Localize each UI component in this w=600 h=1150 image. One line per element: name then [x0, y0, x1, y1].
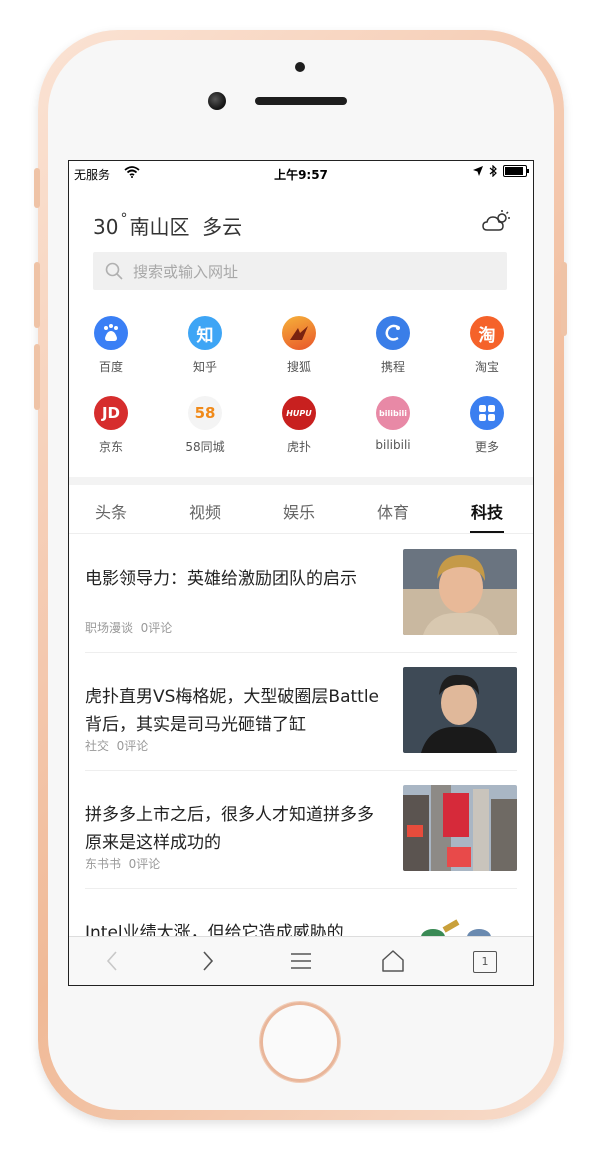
news-meta: 社交 0评论	[85, 737, 148, 754]
shortcut-taobao[interactable]: 淘 淘宝	[447, 316, 527, 375]
tab-sports[interactable]: 体育	[353, 499, 433, 523]
tab-label: 视频	[188, 503, 221, 522]
menu-icon[interactable]	[289, 949, 313, 973]
ctrip-icon	[376, 316, 410, 350]
news-thumbnail	[403, 549, 517, 635]
mute-switch	[34, 168, 40, 208]
news-title: 虎扑直男VS梅格妮，大型破圈层Battle背后，其实是司马光砸错了缸	[85, 687, 380, 735]
tab-headlines[interactable]: 头条	[71, 499, 151, 523]
shortcut-label: 百度	[98, 360, 123, 374]
forward-icon[interactable]	[195, 949, 219, 973]
news-item[interactable]: 虎扑直男VS梅格妮，大型破圈层Battle背后，其实是司马光砸错了缸 社交 0评…	[69, 653, 533, 771]
sohu-icon	[282, 316, 316, 350]
news-title: 拼多多上市之后，很多人才知道拼多多原来是这样成功的	[85, 805, 374, 853]
shortcut-label: 携程	[380, 360, 405, 374]
58-icon: 58	[188, 396, 222, 430]
tab-tech[interactable]: 科技	[447, 499, 527, 533]
tab-label: 科技	[470, 503, 503, 522]
hupu-icon: HUPU	[282, 396, 316, 430]
shortcut-bilibili[interactable]: bilibili bilibili	[353, 396, 433, 452]
shortcut-jd[interactable]: JD 京东	[71, 396, 151, 455]
news-thumbnail	[403, 667, 517, 753]
volume-up-button	[34, 262, 40, 328]
shortcut-sohu[interactable]: 搜狐	[259, 316, 339, 375]
shortcut-label: 京东	[98, 440, 123, 454]
shortcut-label: 搜狐	[286, 360, 311, 374]
home-icon[interactable]	[381, 949, 405, 973]
news-meta: 东书书 0评论	[85, 855, 160, 872]
news-source: 社交	[85, 739, 110, 753]
search-bar[interactable]	[93, 252, 507, 290]
weather-location: 南山区 多云	[129, 215, 243, 239]
shortcut-label: 知乎	[192, 360, 217, 374]
shortcut-baidu[interactable]: 百度	[71, 316, 151, 375]
jd-icon: JD	[94, 396, 128, 430]
bottom-toolbar: 1	[69, 936, 533, 985]
weather-widget[interactable]: 30 ° 南山区 多云	[93, 211, 242, 240]
bilibili-icon: bilibili	[376, 396, 410, 430]
location-arrow-icon	[473, 166, 483, 176]
news-source: 职场漫谈	[85, 621, 134, 635]
news-item[interactable]: 电影领导力：英雄给激励团队的启示 职场漫谈 0评论	[69, 535, 533, 653]
home-button[interactable]	[260, 1002, 340, 1082]
status-right	[473, 165, 529, 177]
shortcut-58[interactable]: 58 58同城	[165, 396, 245, 455]
zhihu-icon: 知	[188, 316, 222, 350]
news-comments: 0评论	[140, 621, 173, 635]
power-button	[561, 262, 567, 336]
shortcut-label: bilibili	[375, 438, 411, 452]
active-tab-indicator	[470, 531, 504, 533]
proximity-sensor	[295, 62, 305, 72]
tab-label: 体育	[376, 503, 409, 522]
news-item[interactable]: 拼多多上市之后，很多人才知道拼多多原来是这样成功的 东书书 0评论	[69, 771, 533, 889]
shortcut-label: 虎扑	[286, 440, 311, 454]
news-meta: 职场漫谈 0评论	[85, 619, 172, 636]
browser-screen: 无服务 上午9:57 30 ° 南山区 多云 搜索或输入网址 百度 知 知乎 搜…	[68, 160, 534, 986]
more-apps-icon	[470, 396, 504, 430]
news-tabs: 头条 视频 娱乐 体育 科技	[69, 485, 533, 534]
volume-down-button	[34, 344, 40, 410]
battery-icon	[503, 165, 529, 177]
shortcut-more[interactable]: 更多	[447, 396, 527, 455]
tab-count: 1	[481, 955, 489, 968]
shortcut-label: 淘宝	[474, 360, 499, 374]
baidu-icon	[94, 316, 128, 350]
search-input[interactable]	[131, 260, 495, 284]
shortcut-zhihu[interactable]: 知 知乎	[165, 316, 245, 375]
news-source: 东书书	[85, 857, 122, 871]
shortcut-label: 更多	[474, 440, 499, 454]
tabs-button[interactable]: 1	[473, 951, 497, 973]
taobao-icon: 淘	[470, 316, 504, 350]
tab-video[interactable]: 视频	[165, 499, 245, 523]
back-icon[interactable]	[101, 949, 125, 973]
front-camera	[208, 92, 226, 110]
news-comments: 0评论	[116, 739, 149, 753]
search-icon	[105, 262, 123, 280]
news-title: 电影领导力：英雄给激励团队的启示	[85, 569, 357, 589]
tab-label: 娱乐	[282, 503, 315, 522]
bluetooth-icon	[489, 165, 497, 177]
clock: 上午9:57	[274, 168, 328, 182]
degree-symbol: °	[120, 211, 128, 227]
news-comments: 0评论	[128, 857, 161, 871]
status-bar: 无服务 上午9:57	[69, 161, 533, 185]
partly-cloudy-icon[interactable]	[481, 208, 511, 238]
news-thumbnail	[403, 785, 517, 871]
shortcut-hupu[interactable]: HUPU 虎扑	[259, 396, 339, 455]
shortcut-ctrip[interactable]: 携程	[353, 316, 433, 375]
tab-label: 头条	[94, 503, 127, 522]
tab-entertainment[interactable]: 娱乐	[259, 499, 339, 523]
section-divider	[69, 477, 533, 485]
temperature: 30	[93, 215, 119, 239]
earpiece-speaker	[255, 97, 347, 105]
shortcut-label: 58同城	[185, 440, 225, 454]
